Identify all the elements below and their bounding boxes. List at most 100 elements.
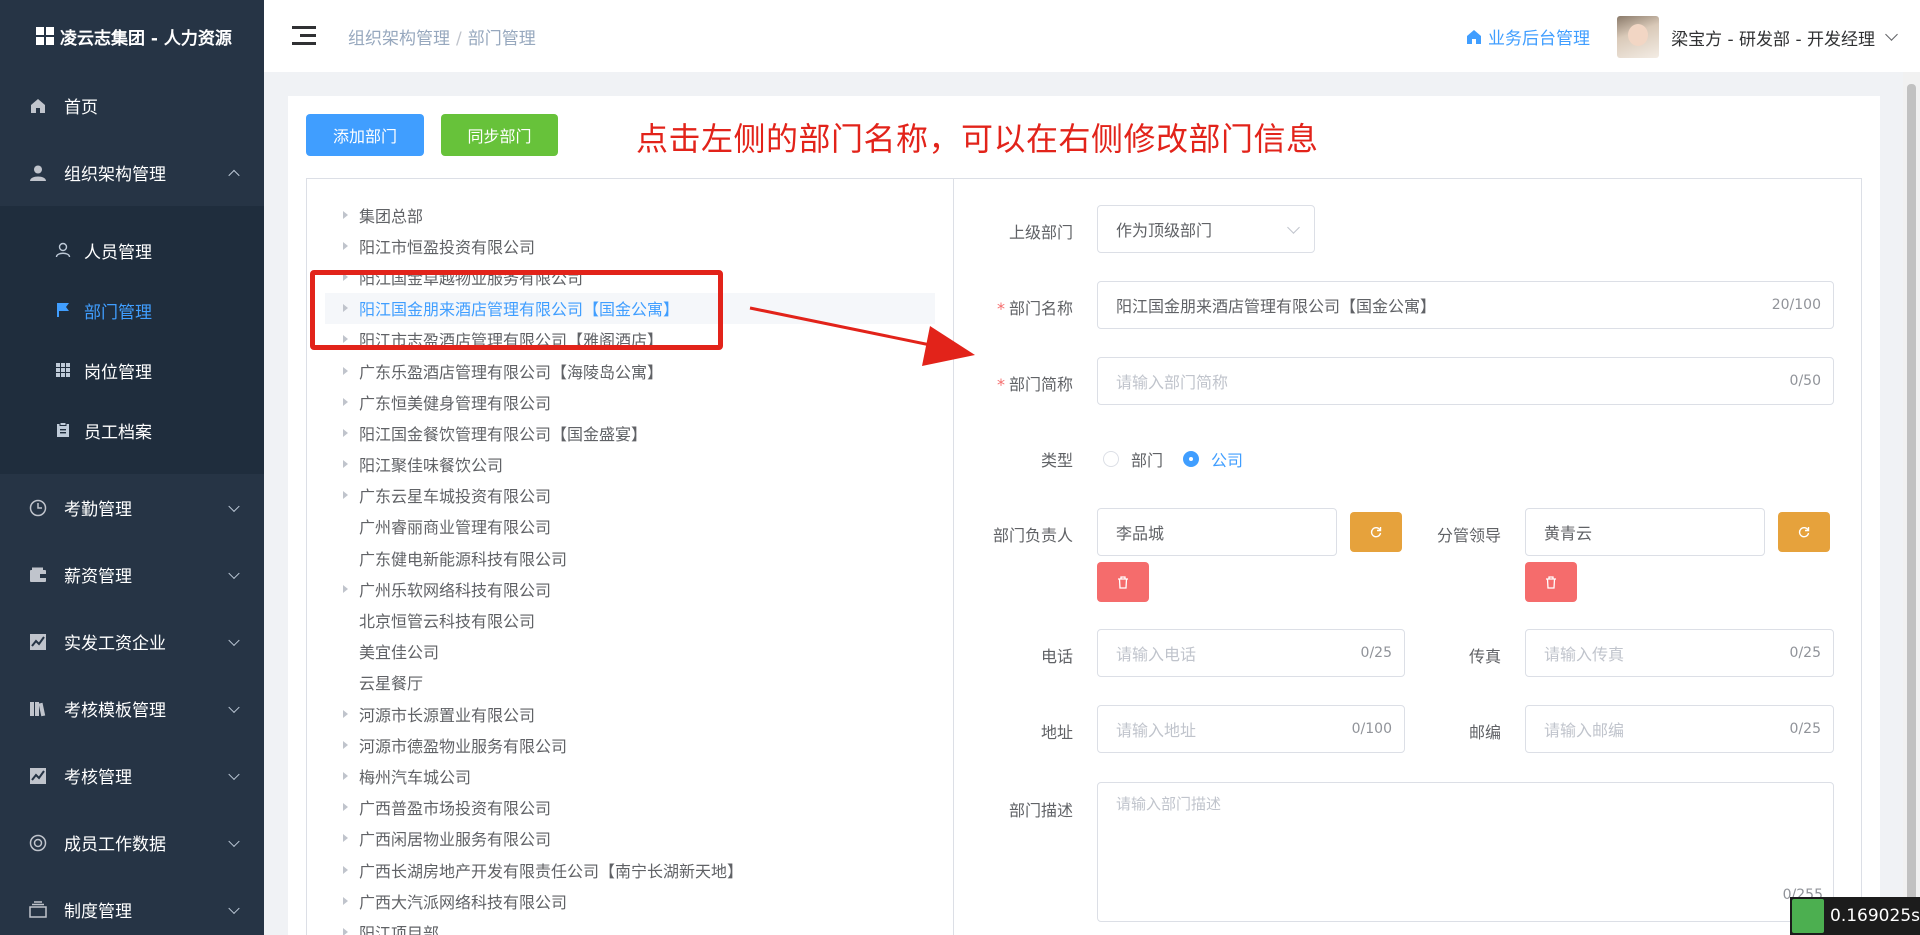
sub-item-archive[interactable]: 员工档案 <box>0 400 264 460</box>
type-radio-company[interactable]: 公司 <box>1183 447 1243 471</box>
tree-node[interactable]: 阳江项目部 <box>325 916 935 935</box>
caret-right-icon[interactable] <box>343 896 348 905</box>
tree-node[interactable]: 广州睿丽商业管理有限公司 <box>325 511 935 542</box>
user-icon <box>28 163 48 183</box>
home-icon <box>1467 29 1481 44</box>
fax-placeholder: 请输入传真 <box>1544 645 1625 664</box>
tree-node[interactable]: 广西长湖房地产开发有限责任公司【南宁长湖新天地】 <box>325 854 935 885</box>
caret-right-icon[interactable] <box>343 834 348 843</box>
head-input[interactable]: 李品城 <box>1097 508 1337 556</box>
tree-node[interactable]: 阳江国金餐饮管理有限公司【国金盛宴】 <box>325 417 935 448</box>
menu-label: 考核管理 <box>64 768 132 788</box>
menu-label: 薪资管理 <box>64 567 132 587</box>
caret-right-icon[interactable] <box>343 460 348 469</box>
tree-node[interactable]: 广东健电新能源科技有限公司 <box>325 542 935 573</box>
refresh-icon <box>1370 527 1382 538</box>
tree-node[interactable]: 广西普盈市场投资有限公司 <box>325 792 935 823</box>
tree-node[interactable]: 梅州汽车城公司 <box>325 760 935 791</box>
delete-leader-button[interactable] <box>1525 562 1577 602</box>
menu-item-work-data[interactable]: 成员工作数据 <box>0 809 264 876</box>
menu-label: 制度管理 <box>64 902 132 922</box>
address-input[interactable]: 请输入地址 0/100 <box>1097 705 1405 753</box>
menu-item-attendance[interactable]: 考勤管理 <box>0 474 264 541</box>
menu-item-eval[interactable]: 考核管理 <box>0 742 264 809</box>
caret-right-icon[interactable] <box>343 771 348 780</box>
name-input[interactable]: 阳江国金朋来酒店管理有限公司【国金公寓】 20/100 <box>1097 281 1834 329</box>
parent-select[interactable]: 作为顶级部门 <box>1097 205 1315 253</box>
tree-node[interactable]: 广东云星车城投资有限公司 <box>325 480 935 511</box>
tree-node-label: 广州乐软网络科技有限公司 <box>359 580 552 600</box>
tree-node-label: 阳江聚佳味餐饮公司 <box>359 456 504 476</box>
tree-node-label: 北京恒管云科技有限公司 <box>359 612 536 632</box>
clock-icon <box>28 498 48 518</box>
sub-item-position[interactable]: 岗位管理 <box>0 340 264 400</box>
chevron-down-icon <box>228 902 240 914</box>
caret-right-icon[interactable] <box>343 927 348 935</box>
menu-item-policy[interactable]: 制度管理 <box>0 876 264 935</box>
tree-node[interactable]: 阳江市恒盈投资有限公司 <box>325 230 935 261</box>
select-head-button[interactable] <box>1350 512 1402 552</box>
desc-placeholder: 请输入部门描述 <box>1116 795 1222 813</box>
menu-item-home[interactable]: 首页 <box>0 72 264 139</box>
menu-label: 实发工资企业 <box>64 634 166 654</box>
user-menu[interactable]: 梁宝方 - 研发部 - 开发经理 <box>1617 16 1898 58</box>
tree-node[interactable]: 阳江聚佳味餐饮公司 <box>325 449 935 480</box>
breadcrumb-item[interactable]: 组织架构管理 <box>348 29 450 49</box>
caret-right-icon[interactable] <box>343 709 348 718</box>
tree-node[interactable]: 广州乐软网络科技有限公司 <box>325 573 935 604</box>
tree-node[interactable]: 广西闲居物业服务有限公司 <box>325 823 935 854</box>
tree-node[interactable]: 河源市长源置业有限公司 <box>325 698 935 729</box>
home-icon <box>28 96 48 116</box>
add-department-button[interactable]: 添加部门 <box>306 114 424 156</box>
select-leader-button[interactable] <box>1778 512 1830 552</box>
phone-input[interactable]: 请输入电话 0/25 <box>1097 629 1405 677</box>
tree-node-label: 阳江国金餐饮管理有限公司【国金盛宴】 <box>359 424 648 444</box>
page-scrollbar[interactable] <box>1903 72 1920 935</box>
caret-right-icon[interactable] <box>343 740 348 749</box>
tree-node-label: 广州睿丽商业管理有限公司 <box>359 518 552 538</box>
short-name-input[interactable]: 请输入部门简称 0/50 <box>1097 357 1834 405</box>
delete-head-button[interactable] <box>1097 562 1149 602</box>
menu-item-salary[interactable]: 薪资管理 <box>0 541 264 608</box>
caret-right-icon[interactable] <box>343 584 348 593</box>
caret-right-icon[interactable] <box>343 397 348 406</box>
tree-node[interactable]: 云星餐厅 <box>325 667 935 698</box>
caret-right-icon <box>343 616 348 624</box>
leader-input[interactable]: 黄青云 <box>1525 508 1765 556</box>
scrollbar-thumb[interactable] <box>1907 84 1916 924</box>
caret-right-icon[interactable] <box>343 210 348 219</box>
zip-input[interactable]: 请输入邮编 0/25 <box>1525 705 1834 753</box>
sub-label: 岗位管理 <box>84 362 152 383</box>
biz-admin-link[interactable]: 业务后台管理 <box>1466 24 1590 49</box>
sub-item-department[interactable]: 部门管理 <box>0 280 264 340</box>
menu-item-org[interactable]: 组织架构管理 <box>0 139 264 206</box>
caret-right-icon[interactable] <box>343 241 348 250</box>
sub-item-staff[interactable]: 人员管理 <box>0 220 264 280</box>
zip-label: 邮编 <box>1468 723 1501 742</box>
tree-node[interactable]: 河源市德盈物业服务有限公司 <box>325 729 935 760</box>
caret-right-icon[interactable] <box>343 428 348 437</box>
fax-input[interactable]: 请输入传真 0/25 <box>1525 629 1834 677</box>
menu-label: 考核模板管理 <box>64 701 166 721</box>
menu-item-payroll-company[interactable]: 实发工资企业 <box>0 608 264 675</box>
tree-node[interactable]: 广西大汽派网络科技有限公司 <box>325 885 935 916</box>
tree-node[interactable]: 广东恒美健身管理有限公司 <box>325 386 935 417</box>
type-radio-department[interactable]: 部门 <box>1103 447 1163 471</box>
tree-node-label: 广东健电新能源科技有限公司 <box>359 549 568 569</box>
desc-label: 部门描述 <box>1008 801 1073 820</box>
caret-right-icon[interactable] <box>343 491 348 500</box>
hamburger-icon[interactable] <box>292 26 316 46</box>
tree-node[interactable]: 北京恒管云科技有限公司 <box>325 604 935 635</box>
app-logo[interactable]: 凌云志集团 - 人力资源 <box>0 0 264 72</box>
caret-right-icon[interactable] <box>343 803 348 812</box>
menu-label: 首页 <box>64 98 98 118</box>
sync-department-button[interactable]: 同步部门 <box>441 114 558 156</box>
parent-select-value: 作为顶级部门 <box>1116 221 1213 240</box>
menu-item-eval-template[interactable]: 考核模板管理 <box>0 675 264 742</box>
description-textarea[interactable]: 请输入部门描述 0/255 <box>1097 782 1834 922</box>
caret-right-icon[interactable] <box>343 865 348 874</box>
caret-right-icon[interactable] <box>343 366 348 375</box>
tree-node[interactable]: 集团总部 <box>325 199 935 230</box>
tree-node[interactable]: 美宜佳公司 <box>325 636 935 667</box>
caret-right-icon <box>343 554 348 562</box>
